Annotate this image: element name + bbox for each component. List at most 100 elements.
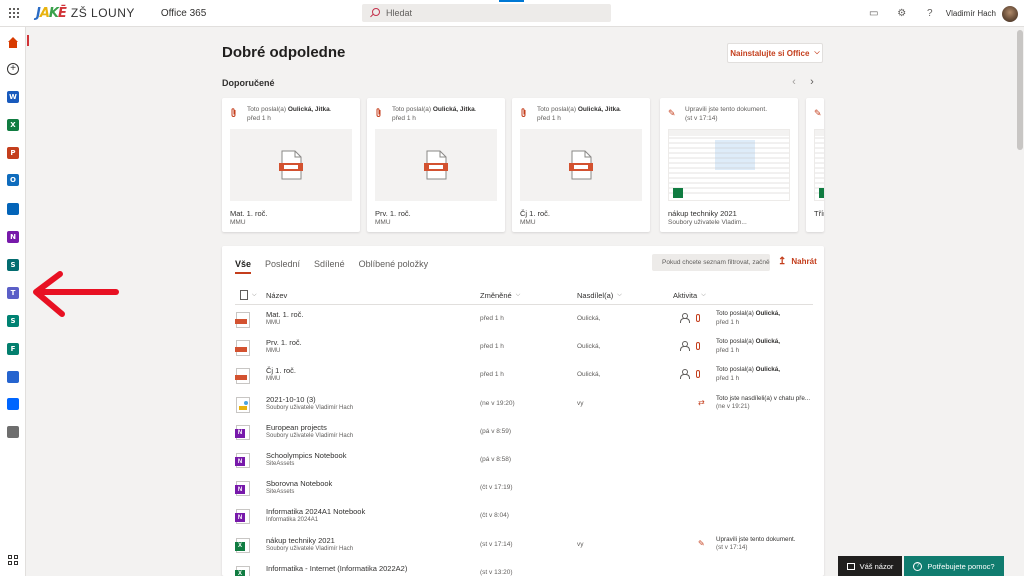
table-row[interactable]: X Informatika - Internet (Informatika 202… bbox=[222, 560, 824, 576]
spreadsheet-thumbnail bbox=[814, 129, 824, 201]
file-name[interactable]: European projects bbox=[266, 423, 327, 432]
file-icon bbox=[235, 312, 250, 328]
rail-app-sharepoint[interactable]: S bbox=[4, 256, 22, 274]
rail-app-teams[interactable]: T bbox=[4, 284, 22, 302]
file-name[interactable]: Sborovna Notebook bbox=[266, 479, 332, 488]
table-row[interactable]: N Informatika 2024A1 Notebook Informatika … bbox=[222, 503, 824, 531]
rail-create[interactable]: + bbox=[4, 60, 22, 78]
upload-button[interactable]: ↥ Nahrát bbox=[778, 256, 817, 267]
card-thumbnail bbox=[520, 129, 642, 201]
filter-input[interactable]: Pokud chcete seznam filtrovat, začně bbox=[652, 254, 770, 271]
rail-app-class-notebook[interactable] bbox=[4, 423, 22, 441]
tab-recent[interactable]: Poslední bbox=[265, 259, 300, 274]
help-button[interactable]: ? bbox=[916, 0, 944, 27]
column-modified[interactable]: Změněné ⌵ bbox=[480, 288, 520, 302]
table-row[interactable]: N Sborovna Notebook SiteAssets (čt v 17:19) bbox=[222, 475, 824, 503]
tab-shared[interactable]: Sdílené bbox=[314, 259, 345, 274]
tab-favorites[interactable]: Oblíbené položky bbox=[359, 259, 429, 274]
prev-arrow-icon[interactable]: ‹ bbox=[785, 76, 803, 88]
rail-app-word[interactable]: W bbox=[4, 88, 22, 106]
top-right-controls: ▭ ⚙ ? Vladimír Hach bbox=[860, 0, 1024, 27]
card-location: MMU bbox=[230, 219, 246, 226]
gear-icon: ⚙ bbox=[897, 8, 907, 19]
onenote-icon: N bbox=[7, 231, 19, 243]
table-row[interactable]: Prv. 1. roč. MMU před 1 h Oulická, Toto posl… bbox=[222, 334, 824, 362]
feedback-label: Váš názor bbox=[859, 561, 894, 571]
rail-app-outlook[interactable]: O bbox=[4, 171, 22, 189]
avatar[interactable] bbox=[1002, 5, 1018, 22]
search-input[interactable]: Hledat bbox=[386, 8, 412, 18]
table-row[interactable]: Mat. 1. roč. MMU před 1 h Oulická, Toto posl… bbox=[222, 306, 824, 334]
file-name[interactable]: Informatika - Internet (Informatika 2022… bbox=[266, 564, 407, 573]
chevron-down-icon: ⌵ bbox=[814, 49, 820, 56]
rail-app-todo[interactable] bbox=[4, 368, 22, 386]
rail-app-onenote[interactable]: N bbox=[4, 228, 22, 246]
table-row[interactable]: N European projects Soubory uživatele Vlad… bbox=[222, 419, 824, 447]
card-title: Třír bbox=[814, 209, 824, 218]
rail-app-sway[interactable]: S bbox=[4, 312, 22, 330]
file-location: Informatika 2024A1 bbox=[266, 517, 319, 524]
app-launcher-button[interactable] bbox=[2, 0, 26, 27]
table-row[interactable]: Xnákup techniky 2021 Soubory uživatele Vl… bbox=[222, 532, 824, 560]
activity-text: Toto poslal(a) Oulická, před 1 h bbox=[716, 310, 781, 326]
file-name[interactable]: Mat. 1. roč. bbox=[266, 310, 304, 319]
install-office-button[interactable]: Nainstalujte si Office ⌵ bbox=[727, 43, 823, 63]
activity-icons: ✎ bbox=[698, 539, 705, 548]
rail-home[interactable] bbox=[4, 34, 22, 52]
column-name[interactable]: Název bbox=[266, 288, 287, 302]
rail-app-forms[interactable]: F bbox=[4, 340, 22, 358]
search-box[interactable]: Hledat bbox=[362, 4, 611, 22]
card-title: nákup techniky 2021 bbox=[668, 209, 737, 218]
file-name[interactable]: Schoolympics Notebook bbox=[266, 451, 346, 460]
greeting-heading: Dobré odpoledne bbox=[222, 44, 346, 61]
office-365-link[interactable]: Office 365 bbox=[161, 8, 206, 19]
pencil-icon: ✎ bbox=[668, 108, 676, 118]
recommended-card[interactable]: Toto poslal(a) Oulická, Jitka. před 1 h Čj… bbox=[512, 98, 650, 232]
column-shared-by[interactable]: Nasdílel(a) ⌵ bbox=[577, 288, 622, 302]
file-name[interactable]: 2021-10-10 (3) bbox=[266, 395, 316, 404]
file-icon bbox=[235, 368, 250, 385]
table-row[interactable]: Čj 1. roč. MMU před 1 h Oulická, Toto poslal… bbox=[222, 362, 824, 390]
recommended-card[interactable]: Toto poslal(a) Oulická, Jitka. před 1 h Pr… bbox=[367, 98, 505, 232]
file-location: MMU bbox=[266, 320, 281, 326]
file-type-icon bbox=[240, 290, 248, 300]
file-modified: před 1 h bbox=[480, 343, 504, 351]
settings-button[interactable]: ⚙ bbox=[888, 0, 916, 27]
recommended-card[interactable]: ✎ Třír bbox=[806, 98, 824, 232]
rail-app-power-automate[interactable] bbox=[4, 395, 22, 413]
my-day-button[interactable]: ▭ bbox=[860, 0, 888, 27]
next-arrow-icon[interactable]: › bbox=[803, 76, 821, 88]
school-logo[interactable]: JAKĒ ZŠ LOUNY bbox=[36, 0, 135, 27]
recommended-card[interactable]: Toto poslal(a) Oulická, Jitka. před 1 h Ma… bbox=[222, 98, 360, 232]
rail-app-onedrive[interactable] bbox=[4, 200, 22, 218]
plus-circle-icon: + bbox=[7, 63, 19, 75]
column-shared-label: Nasdílel(a) bbox=[577, 290, 614, 300]
file-location: SiteAssets bbox=[266, 489, 295, 496]
card-location: MMU bbox=[375, 219, 391, 226]
feedback-button[interactable]: Váš názor bbox=[838, 556, 902, 576]
recommended-card[interactable]: ✎ Upravili jste tento dokument. (st v 17:1… bbox=[660, 98, 798, 232]
column-type[interactable]: ⌵ bbox=[240, 288, 257, 302]
table-row[interactable]: N Schoolympics Notebook SiteAssets (pá v 8:… bbox=[222, 447, 824, 475]
file-location: Soubory uživatele Vladimír Hach bbox=[266, 432, 354, 439]
table-row[interactable]: 2021-10-10 (3) Soubory uživatele Vladimír… bbox=[222, 391, 824, 419]
rail-app-powerpoint[interactable]: P bbox=[4, 144, 22, 162]
need-help-button[interactable]: ? Potřebujete pomoc? bbox=[904, 556, 1004, 576]
file-location: SiteAssets bbox=[266, 461, 295, 467]
scrollbar-thumb[interactable] bbox=[1017, 30, 1023, 150]
rail-all-apps[interactable] bbox=[4, 551, 22, 569]
attachment-icon bbox=[696, 369, 700, 378]
file-name[interactable]: Prv. 1. roč. bbox=[266, 338, 302, 347]
column-activity[interactable]: Aktivita ⌵ bbox=[673, 288, 706, 302]
file-name[interactable]: Čj 1. roč. bbox=[266, 366, 296, 375]
user-name[interactable]: Vladimír Hach bbox=[946, 9, 996, 18]
file-icon bbox=[236, 396, 250, 413]
tab-all[interactable]: Vše bbox=[235, 259, 252, 274]
forms-icon: F bbox=[7, 343, 19, 355]
file-name[interactable]: Informatika 2024A1 Notebook bbox=[266, 507, 365, 516]
card-header: Toto poslal(a) Oulická, Jitka. před 1 h bbox=[375, 106, 501, 126]
file-name[interactable]: nákup techniky 2021 bbox=[266, 536, 335, 545]
activity-icons: ⇄ bbox=[698, 398, 705, 407]
rail-app-excel[interactable]: X bbox=[4, 116, 22, 134]
spreadsheet-thumbnail bbox=[668, 129, 790, 201]
